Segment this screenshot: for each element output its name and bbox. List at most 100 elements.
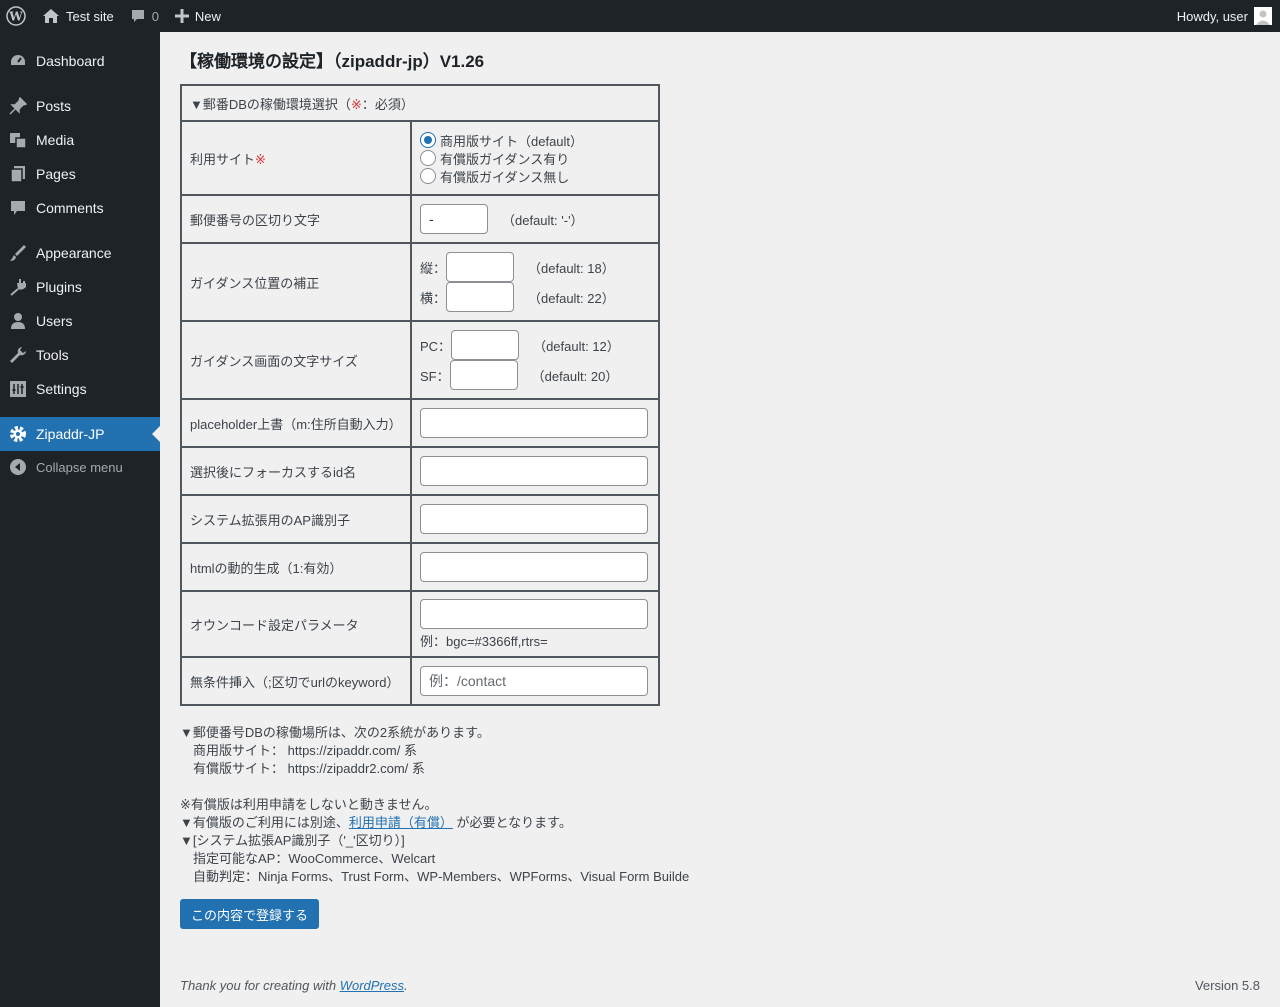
admin-sidebar: Dashboard Posts Media Pages Comments App… xyxy=(0,32,160,1007)
comments-link[interactable]: 0 xyxy=(122,0,167,32)
sidebar-item-posts[interactable]: Posts xyxy=(0,89,160,123)
focus-id-input[interactable] xyxy=(420,456,648,486)
sidebar-item-label: Posts xyxy=(36,98,72,114)
radio-paid-no-guidance[interactable]: 有償版ガイダンス無し xyxy=(420,167,650,185)
table-header: ▼郵番DBの稼働環境選択（※：必須） xyxy=(180,84,660,122)
guide-pos-cell: 縦： （default: 18） 横： （default: 22） xyxy=(410,242,660,322)
note-line: ▼[システム拡張AP識別子（'_'区切り）] xyxy=(180,833,405,848)
ap-id-input[interactable] xyxy=(420,504,648,534)
wordpress-link[interactable]: WordPress xyxy=(340,978,404,993)
radio-button-selected[interactable] xyxy=(420,132,436,148)
note-line: 指定可能なAP：WooCommerce、Welcart xyxy=(193,851,436,866)
wrench-icon xyxy=(0,346,36,364)
note-line: 有償版サイト： https://zipaddr2.com/ 系 xyxy=(193,761,425,776)
dynamic-html-cell xyxy=(410,542,660,592)
sidebar-item-zipaddr-jp[interactable]: Zipaddr-JP xyxy=(0,417,160,451)
comment-icon xyxy=(0,199,36,217)
site-label-text: 利用サイト xyxy=(190,151,256,167)
vertical-offset-input[interactable] xyxy=(446,252,515,282)
sidebar-item-users[interactable]: Users xyxy=(0,304,160,338)
sidebar-item-comments[interactable]: Comments xyxy=(0,191,160,225)
pc-label: PC： xyxy=(420,338,452,354)
pages-icon xyxy=(0,165,36,183)
unconditional-input[interactable]: 例：/contact xyxy=(420,666,648,696)
footer-thanks: Thank you for creating with WordPress. xyxy=(180,978,408,993)
ap-id-label: システム拡張用のAP識別子 xyxy=(180,494,412,544)
pin-icon xyxy=(0,97,36,115)
note-line: ※有償版は利用申請をしないと動きません。 xyxy=(180,797,438,812)
sidebar-item-dashboard[interactable]: Dashboard xyxy=(0,44,160,78)
own-code-input[interactable] xyxy=(420,598,648,629)
delimiter-input[interactable]: - xyxy=(420,204,488,234)
sidebar-item-appearance[interactable]: Appearance xyxy=(0,236,160,270)
page-title: 【稼働環境の設定】（zipaddr-jp）V1.26 xyxy=(180,52,485,71)
site-name: Test site xyxy=(66,8,114,24)
sidebar-item-label: Plugins xyxy=(36,279,82,295)
required-mark: ※ xyxy=(350,96,362,112)
comment-bubble-icon xyxy=(130,8,146,24)
sidebar-item-label: Media xyxy=(36,132,75,148)
avatar xyxy=(1254,7,1272,25)
sidebar-item-plugins[interactable]: Plugins xyxy=(0,270,160,304)
site-label: 利用サイト※ xyxy=(180,120,412,196)
dynamic-html-label: htmlの動的生成（1:有効） xyxy=(180,542,412,592)
radio-label: 有償版ガイダンス有り xyxy=(440,151,570,167)
note-line: 自動判定：Ninja Forms、Trust Form、WP-Members、W… xyxy=(193,869,690,884)
placeholder-label: placeholder上書（m:住所自動入力） xyxy=(180,398,412,448)
table-header-prefix: ▼郵番DBの稼働環境選択（ xyxy=(190,96,351,112)
comments-count: 0 xyxy=(151,8,159,24)
radio-button[interactable] xyxy=(420,150,436,166)
new-content-link[interactable]: New xyxy=(167,0,229,32)
svg-text:W: W xyxy=(8,10,23,24)
note-text: ▼有償版のご利用には別途、 xyxy=(180,815,349,830)
plus-icon xyxy=(174,9,189,23)
sidebar-item-media[interactable]: Media xyxy=(0,123,160,157)
collapse-menu-button[interactable]: Collapse menu xyxy=(0,450,160,484)
footer-version: Version 5.8 xyxy=(1194,978,1260,993)
guide-pos-label: ガイダンス位置の補正 xyxy=(180,242,412,322)
my-account-link[interactable]: Howdy, user xyxy=(1169,0,1280,32)
site-name-link[interactable]: Test site xyxy=(34,0,122,32)
sidebar-item-tools[interactable]: Tools xyxy=(0,338,160,372)
delimiter-cell: - （default: '-'） xyxy=(410,194,660,244)
pc-font-size-input[interactable] xyxy=(451,330,520,360)
sidebar-item-label: Users xyxy=(36,313,73,329)
settings-table: ▼郵番DBの稼働環境選択（※：必須） 利用サイト※ 商用版サイト（default… xyxy=(180,84,660,706)
user-icon xyxy=(0,312,36,330)
sidebar-item-label: Appearance xyxy=(36,245,112,261)
placeholder-input[interactable] xyxy=(420,408,648,438)
gear-icon xyxy=(0,425,36,443)
collapse-menu-label: Collapse menu xyxy=(36,459,123,475)
radio-paid-guidance[interactable]: 有償版ガイダンス有り xyxy=(420,149,650,167)
delimiter-label: 郵便番号の区切り文字 xyxy=(180,194,412,244)
submit-button[interactable]: この内容で登録する xyxy=(180,899,320,929)
vertical-default: （default: 18） xyxy=(528,260,615,276)
sf-label: SF： xyxy=(420,368,450,384)
application-link[interactable]: 利用申請（有償） xyxy=(349,815,453,830)
note-text: が必要となります。 xyxy=(456,815,572,830)
sidebar-item-label: Comments xyxy=(36,200,104,216)
brush-icon xyxy=(0,244,36,262)
unconditional-cell: 例：/contact xyxy=(410,656,660,706)
wordpress-logo-icon[interactable]: W xyxy=(0,0,34,32)
radio-button[interactable] xyxy=(420,168,436,184)
placeholder-cell xyxy=(410,398,660,448)
font-size-cell: PC： （default: 12） SF： （default: 20） xyxy=(410,320,660,400)
howdy-text: Howdy, user xyxy=(1176,8,1248,24)
notes: ▼郵便番号DBの稼働場所は、次の2系統があります。 商用版サイト： https:… xyxy=(180,724,689,886)
sf-font-size-input[interactable] xyxy=(449,360,518,390)
plug-icon xyxy=(0,278,36,296)
horizontal-offset-input[interactable] xyxy=(446,282,515,312)
ap-id-cell xyxy=(410,494,660,544)
settings-icon xyxy=(0,380,36,398)
pc-default: （default: 12） xyxy=(533,338,620,354)
sidebar-item-settings[interactable]: Settings xyxy=(0,372,160,406)
sidebar-item-pages[interactable]: Pages xyxy=(0,157,160,191)
radio-label: 有償版ガイダンス無し xyxy=(440,169,570,185)
sf-default: （default: 20） xyxy=(531,368,619,384)
sidebar-item-label: Zipaddr-JP xyxy=(36,426,105,442)
sidebar-item-label: Tools xyxy=(36,347,69,363)
dynamic-html-input[interactable] xyxy=(420,552,648,582)
radio-commercial[interactable]: 商用版サイト（default） xyxy=(420,131,650,149)
vertical-label: 縦： xyxy=(420,260,447,276)
